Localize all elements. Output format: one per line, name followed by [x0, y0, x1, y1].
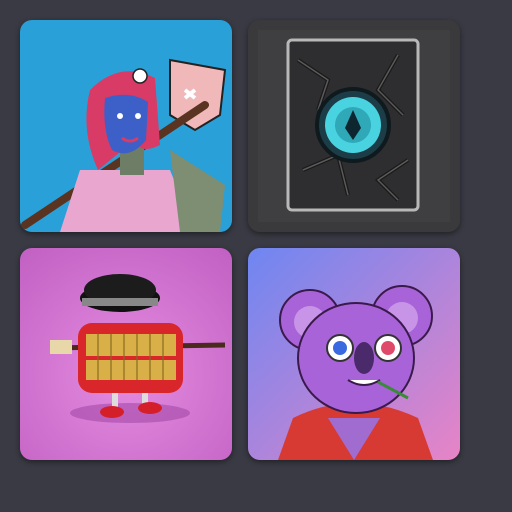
purple-koala-image — [248, 248, 460, 460]
pixel-card-image — [248, 20, 460, 232]
chattering-teeth-image — [20, 248, 232, 460]
gallery-tile-koala[interactable] — [248, 248, 460, 460]
gallery-tile-teeth[interactable] — [20, 248, 232, 460]
gallery-tile-warrior[interactable] — [20, 20, 232, 232]
punk-warrior-image — [20, 20, 232, 232]
gallery-tile-card[interactable] — [248, 20, 460, 232]
